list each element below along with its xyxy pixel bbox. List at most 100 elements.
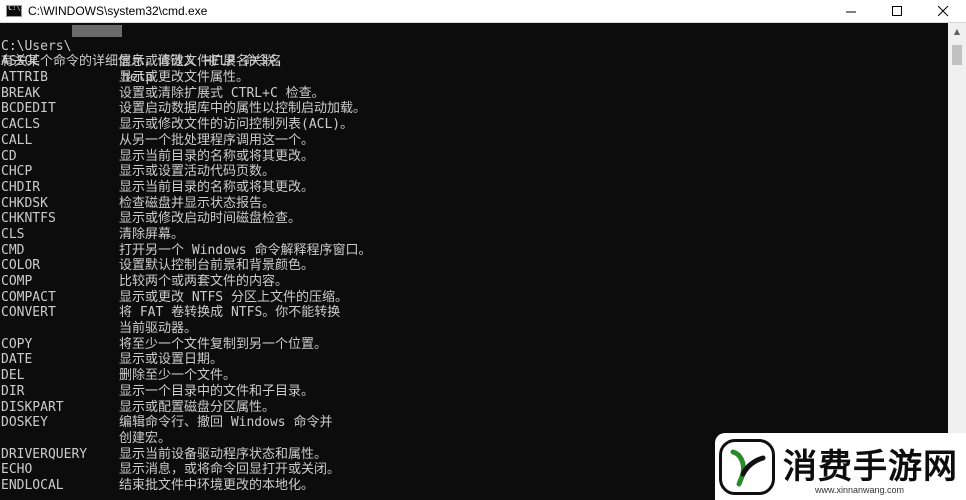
command-name: COMP	[1, 274, 33, 289]
command-name: CHKNTFS	[1, 211, 56, 227]
command-name: ATTRIB	[1, 70, 48, 86]
command-row: CHKDSK 检查磁盘并显示状态报告。	[0, 196, 948, 212]
command-description: 显示或更改文件属性。	[119, 70, 250, 86]
command-description: 从另一个批处理程序调用这一个。	[119, 132, 315, 148]
command-row: CONVERT 将 FAT 卷转换成 NTFS。你不能转换	[0, 305, 948, 321]
command-description: 显示一个目录中的文件和子目录。	[119, 383, 315, 399]
command-row: COMP 比较两个或两套文件的内容。	[0, 274, 948, 290]
command-description: 清除屏幕。	[119, 226, 185, 242]
command-name: DATE	[1, 352, 33, 368]
command-name: DIR	[1, 383, 25, 399]
command-name: DRIVERQUERY	[1, 446, 88, 462]
command-row: DISKPART 显示或配置磁盘分区属性。	[0, 400, 948, 416]
command-name: ASSOC	[1, 54, 41, 70]
maximize-button[interactable]	[874, 0, 920, 22]
command-row: COPY 将至少一个文件复制到另一个位置。	[0, 337, 948, 353]
command-description: 显示或更改 NTFS 分区上文件的压缩。	[119, 289, 348, 305]
command-name: DOSKEY	[1, 415, 48, 431]
command-description: 显示或设置日期。	[119, 352, 224, 368]
site-watermark: 消费手游网 www.xinnanwang.com	[715, 433, 966, 500]
command-row: CHKNTFS 显示或修改启动时间磁盘检查。	[0, 211, 948, 227]
command-name: DISKPART	[1, 399, 64, 415]
command-description: 设置默认控制台前景和背景颜色。	[119, 258, 315, 274]
command-description: 当前驱动器。	[119, 321, 198, 337]
command-description: 删除至少一个文件。	[119, 368, 237, 384]
command-description: 显示当前目录的名称或将其更改。	[119, 148, 315, 164]
command-row: CACLS 显示或修改文件的访问控制列表(ACL)。	[0, 117, 948, 133]
command-row: DATE 显示或设置日期。	[0, 352, 948, 368]
console-output[interactable]: C:\Users\ help 有关某个命令的详细信息，请键入 HELP 命令名 …	[0, 23, 948, 500]
command-description: 检查磁盘并显示状态报告。	[119, 195, 276, 211]
command-name: CHKDSK	[1, 195, 48, 211]
command-name: COPY	[1, 336, 33, 352]
command-name: COLOR	[1, 258, 41, 274]
command-description: 设置启动数据库中的属性以控制启动加载。	[119, 101, 367, 117]
command-description: 显示或修改文件扩展名关联。	[119, 54, 289, 70]
command-description: 比较两个或两套文件的内容。	[119, 274, 289, 289]
command-description: 结束批文件中环境更改的本地化。	[119, 477, 315, 493]
command-name: CD	[1, 148, 17, 164]
maximize-icon	[891, 5, 902, 16]
command-name: ECHO	[1, 462, 33, 478]
redacted-username	[72, 25, 122, 37]
leaf-logo-icon	[719, 439, 775, 495]
scroll-up-button[interactable]: ▲	[948, 23, 966, 40]
close-button[interactable]	[920, 0, 966, 22]
command-description: 显示或修改文件的访问控制列表(ACL)。	[119, 117, 354, 133]
command-row: CD 显示当前目录的名称或将其更改。	[0, 149, 948, 165]
window-controls	[828, 0, 966, 22]
command-name: COMPACT	[1, 289, 56, 305]
command-name: BREAK	[1, 85, 41, 101]
command-row: BCDEDIT 设置启动数据库中的属性以控制启动加载。	[0, 101, 948, 117]
command-row: CALL 从另一个批处理程序调用这一个。	[0, 133, 948, 149]
command-row: ASSOC 显示或修改文件扩展名关联。	[0, 54, 948, 70]
command-name: CLS	[1, 226, 25, 242]
command-name: CMD	[1, 242, 25, 258]
minimize-button[interactable]	[828, 0, 874, 22]
command-description: 创建宏。	[119, 430, 172, 446]
command-description: 显示当前设备驱动程序状态和属性。	[119, 446, 328, 462]
watermark-title: 消费手游网	[783, 447, 958, 487]
command-row: COLOR 设置默认控制台前景和背景颜色。	[0, 258, 948, 274]
command-row: CHCP 显示或设置活动代码页数。	[0, 164, 948, 180]
watermark-url: www.xinnanwang.com	[815, 485, 905, 495]
command-row: CLS 清除屏幕。	[0, 227, 948, 243]
command-description: 显示当前目录的名称或将其更改。	[119, 179, 315, 195]
command-row: BREAK 设置或清除扩展式 CTRL+C 检查。	[0, 86, 948, 102]
command-description: 设置或清除扩展式 CTRL+C 检查。	[119, 85, 325, 101]
command-name: CONVERT	[1, 305, 56, 321]
command-row: DEL 删除至少一个文件。	[0, 368, 948, 384]
cmd-app-icon[interactable]	[6, 4, 22, 17]
command-description: 打开另一个 Windows 命令解释程序窗口。	[119, 242, 372, 258]
command-name: CHCP	[1, 164, 33, 180]
command-row: DOSKEY 编辑命令行、撤回 Windows 命令并	[0, 415, 948, 431]
scroll-up-arrow-icon: ▲	[953, 27, 961, 36]
command-row: CHDIR 显示当前目录的名称或将其更改。	[0, 180, 948, 196]
command-list: ASSOC 显示或修改文件扩展名关联。 ATTRIB 显示或更改文件属性。 BREAK 设…	[0, 54, 948, 493]
window-title: C:\WINDOWS\system32\cmd.exe	[28, 4, 208, 18]
scroll-thumb[interactable]	[952, 45, 962, 65]
command-description: 显示或设置活动代码页数。	[119, 164, 276, 180]
command-name: DEL	[1, 368, 25, 384]
close-icon	[937, 5, 948, 16]
command-row: DIR 显示一个目录中的文件和子目录。	[0, 384, 948, 400]
intro-line: 有关某个命令的详细信息，请键入 HELP 命令名	[0, 39, 948, 69]
command-description: 显示或配置磁盘分区属性。	[119, 399, 276, 415]
command-description: 编辑命令行、撤回 Windows 命令并	[119, 415, 333, 431]
prompt-line: C:\Users\ help	[0, 23, 948, 85]
command-row: 当前驱动器。	[0, 321, 948, 337]
vertical-scrollbar[interactable]: ▲	[948, 23, 966, 500]
command-name: ENDLOCAL	[1, 477, 64, 493]
command-name: CHDIR	[1, 179, 41, 195]
command-name: CALL	[1, 132, 33, 148]
command-description: 将至少一个文件复制到另一个位置。	[119, 336, 328, 352]
command-description: 显示消息，或将命令回显打开或关闭。	[119, 462, 341, 478]
title-bar[interactable]: C:\WINDOWS\system32\cmd.exe	[0, 0, 966, 23]
command-row: COMPACT 显示或更改 NTFS 分区上文件的压缩。	[0, 290, 948, 306]
command-description: 将 FAT 卷转换成 NTFS。你不能转换	[119, 305, 341, 321]
command-name: CACLS	[1, 117, 41, 133]
minimize-icon	[845, 11, 856, 12]
command-row: ATTRIB 显示或更改文件属性。	[0, 70, 948, 86]
command-description: 显示或修改启动时间磁盘检查。	[119, 211, 302, 227]
command-name: BCDEDIT	[1, 101, 56, 117]
